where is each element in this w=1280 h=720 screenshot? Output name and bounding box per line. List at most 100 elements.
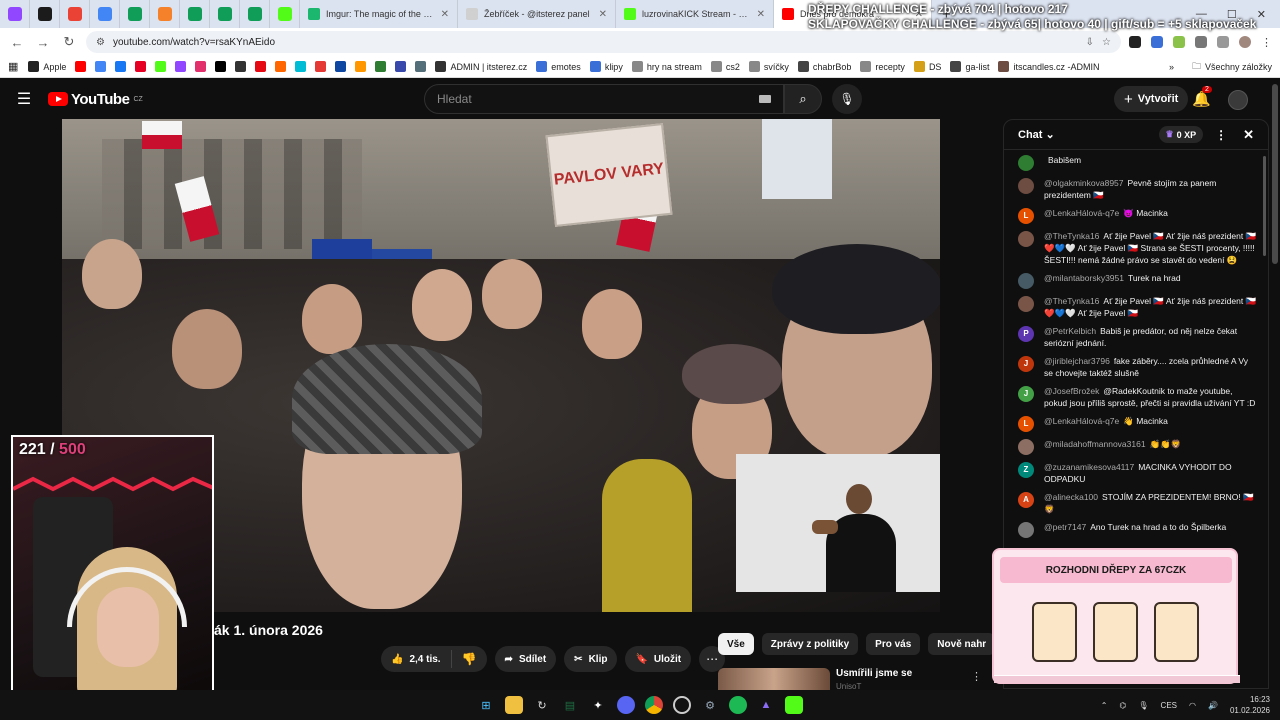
extension-icon[interactable] [1173,36,1185,48]
create-button[interactable]: + Vytvořit [1114,86,1189,112]
xp-badge[interactable]: ♛ 0 XP [1158,126,1204,143]
bookmark-item[interactable] [275,61,287,72]
chat-message[interactable]: P @PetrKelbich Babiš je predátor, od něj n… [1018,325,1258,349]
extension-icon[interactable] [1151,36,1163,48]
close-window-icon[interactable]: ✕ [1257,8,1266,21]
page-scrollbar[interactable] [1272,84,1278,264]
tab-close-icon[interactable]: ✕ [757,9,765,20]
discord-icon[interactable] [617,696,635,714]
reload-icon[interactable]: ↻ [60,34,78,50]
kick-tab[interactable] [30,0,60,28]
bookmark-item[interactable]: Apple [28,61,66,72]
sheets-tab-4[interactable] [240,0,270,28]
chat-message[interactable]: @TheTynka16 Ať žije Pavel 🇨🇿 Ať žije náš … [1018,230,1258,266]
chat-mode-selector[interactable]: Chat ⌄ [1018,128,1055,141]
keyboard-icon[interactable] [759,95,771,103]
spotify-icon[interactable] [729,696,747,714]
back-icon[interactable]: ← [8,35,26,50]
bookmark-item[interactable] [95,61,107,72]
voice-search-button[interactable]: 🎙 [832,84,862,114]
chat-message[interactable]: J @jiriblejchar3796 fake záběry.... zcela … [1018,355,1258,379]
filter-chip[interactable]: Zprávy z politiky [761,633,859,655]
gmail-tab[interactable] [60,0,90,28]
bookmark-item[interactable] [415,61,427,72]
extension-icon[interactable] [1129,36,1141,48]
chat-author[interactable]: @milantaborsky3951 [1044,273,1124,283]
chat-scrollbar[interactable] [1263,156,1266,256]
install-icon[interactable]: ⇩ [1086,37,1094,48]
chat-author[interactable]: @jiriblejchar3796 [1044,356,1110,366]
chat-message[interactable]: L @LenkaHálová-q7e 😈 Macinka [1018,207,1258,224]
chat-message[interactable]: @petr7147 Ano Turek na hrad a to do Špilb… [1018,521,1258,538]
bookmark-item[interactable] [395,61,407,72]
chat-message[interactable]: @milantaborsky3951 Turek na hrad [1018,272,1258,289]
profile-avatar[interactable] [1239,36,1251,48]
chat-menu-icon[interactable]: ⋮ [1215,128,1227,142]
bookmark-item[interactable] [315,61,327,72]
browser-tab[interactable]: Žebříček - @itsterez panel ✕ [458,0,616,28]
chat-avatar[interactable]: L [1018,208,1034,224]
chat-author[interactable]: @JosefBrožek [1044,386,1099,396]
bookmark-item[interactable]: ga-list [950,61,989,72]
chat-message[interactable]: Babišem [1018,154,1258,171]
tab-close-icon[interactable]: ✕ [441,9,449,20]
kick-tab-2[interactable] [270,0,300,28]
windows-start-icon[interactable]: ⊞ [477,696,495,714]
clock[interactable]: 16:23 01.02.2026 [1230,694,1270,716]
chat-message[interactable]: A @alinecka100 STOJÍM ZA PREZIDENTEM! BRNO… [1018,491,1258,515]
twitch-tab[interactable] [0,0,30,28]
excel-icon[interactable]: ▤ [561,696,579,714]
search-input[interactable]: Hledat [424,84,784,114]
wifi-icon[interactable]: ◠ [1189,701,1196,710]
bookmark-item[interactable] [155,61,167,72]
chat-message[interactable]: Z @zuzanamikesova4117 MACINKA VYHODIT DO O… [1018,461,1258,485]
sheets-tab[interactable] [120,0,150,28]
chat-avatar[interactable]: Z [1018,462,1034,478]
bookmark-item[interactable]: chabrBob [797,61,851,72]
docs-tab[interactable] [90,0,120,28]
menu-icon[interactable]: ⋮ [1261,36,1272,49]
chat-author[interactable]: @zuzanamikesova4117 [1044,462,1134,472]
chat-avatar[interactable]: J [1018,356,1034,372]
site-info-icon[interactable]: ⚙ [96,37,105,48]
obs-icon[interactable] [673,696,691,714]
hamburger-menu-icon[interactable]: ☰ [0,89,48,109]
capcut-icon[interactable]: ✦ [589,696,607,714]
chat-author[interactable]: @PetrKelbich [1044,326,1096,336]
volume-icon[interactable]: 🔊 [1208,701,1218,710]
chat-author[interactable]: @TheTynka16 [1044,296,1099,306]
bookmark-item[interactable]: DS [913,61,941,72]
mic-tray-icon[interactable]: 🎙 [1138,701,1148,710]
bookmark-item[interactable]: recepty [860,61,905,72]
bookmark-item[interactable]: ADMIN | itsterez.cz [435,61,527,72]
filter-chip[interactable]: Vše [718,633,754,655]
chevron-up-icon[interactable]: ⌃ [1101,701,1108,710]
kick-icon[interactable] [785,696,803,714]
like-button[interactable]: 👍 2,4 tis. [381,650,452,668]
notifications-button[interactable]: 🔔 2 [1192,86,1212,108]
file-explorer-icon[interactable] [505,696,523,714]
bookmark-item[interactable] [375,61,387,72]
bookmark-item[interactable] [355,61,367,72]
chat-avatar[interactable] [1018,296,1034,312]
chat-messages[interactable]: Babišem @olgakminkova8957 Pevně stojím za … [1004,150,1268,538]
language-indicator[interactable]: CES [1161,701,1177,710]
bookmarks-more[interactable]: » [1169,62,1174,72]
bookmark-item[interactable]: cs2 [710,61,740,72]
edge-icon[interactable]: ↻ [533,696,551,714]
chat-avatar[interactable]: P [1018,326,1034,342]
bookmark-item[interactable] [255,61,267,72]
chat-message[interactable]: @miladahoffmannova3161 👏👏🦁 [1018,438,1258,455]
bookmark-item[interactable]: itscandles.cz -ADMIN [998,61,1100,72]
chat-author[interactable]: @LenkaHálová-q7e [1044,416,1119,426]
puzzle-icon[interactable] [1195,36,1207,48]
chat-author[interactable]: @olgakminkova8957 [1044,178,1124,188]
bookmark-item[interactable] [235,61,247,72]
chat-author[interactable]: @miladahoffmannova3161 [1044,439,1146,449]
bookmark-item[interactable]: svíčky [748,61,789,72]
all-bookmarks[interactable]: Všechny záložky [1205,62,1272,72]
chat-avatar[interactable]: J [1018,386,1034,402]
apps-grid-icon[interactable]: ▦ [8,60,18,73]
chat-avatar[interactable]: L [1018,416,1034,432]
chat-message[interactable]: J @JosefBrožek @RadekKoutnik to maže youtu… [1018,385,1258,409]
